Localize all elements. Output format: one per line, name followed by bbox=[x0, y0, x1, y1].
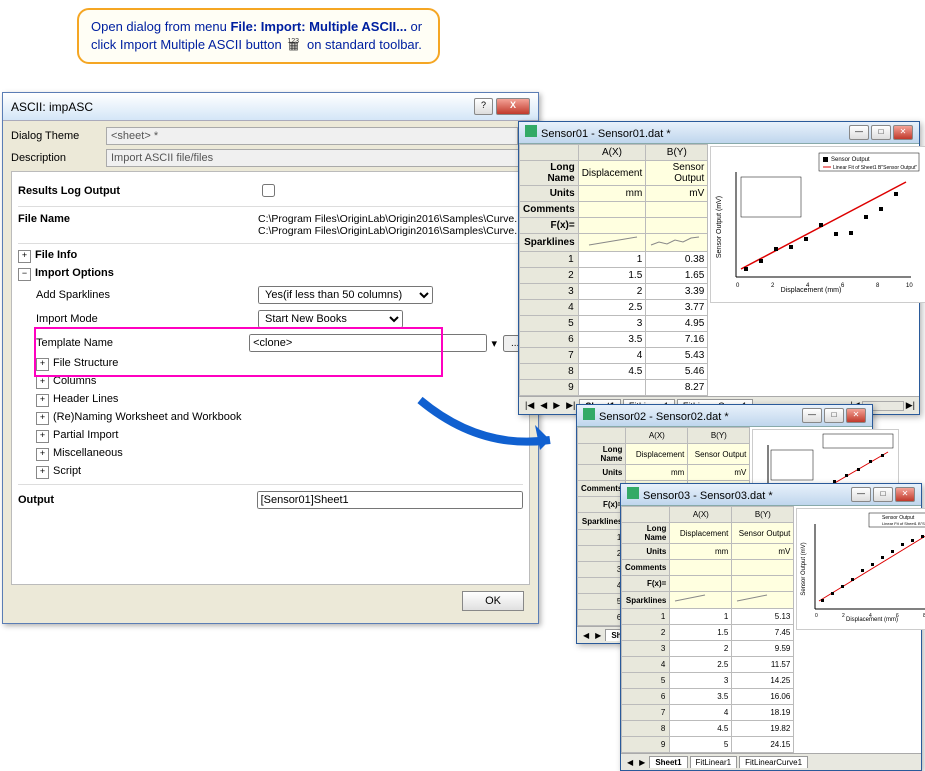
sparkline-a bbox=[587, 235, 642, 247]
ascii-impasc-dialog: ASCII: impASC ? X Dialog Theme ▶ Descrip… bbox=[2, 92, 539, 624]
wb1-maximize[interactable]: □ bbox=[871, 125, 891, 140]
workbook-icon bbox=[583, 408, 595, 420]
wb3-tab-sheet1[interactable]: Sheet1 bbox=[649, 756, 687, 768]
wb3-worksheet[interactable]: A(X)B(Y) Long NameDisplacementSensor Out… bbox=[621, 506, 794, 753]
svg-text:10: 10 bbox=[906, 283, 913, 289]
dialog-theme-label: Dialog Theme bbox=[11, 130, 106, 142]
wb1-minimize[interactable]: — bbox=[849, 125, 869, 140]
wb3-tabs: ◀▶ Sheet1 FitLinear1 FitLinearCurve1 bbox=[621, 753, 921, 770]
wb3-chart: Sensor Output Linear Fit of Sheet1 B"Sen… bbox=[796, 508, 925, 630]
add-sparklines-label: Add Sparklines bbox=[36, 289, 258, 301]
svg-text:0: 0 bbox=[815, 613, 818, 619]
tab-nav-next[interactable]: ▶ bbox=[551, 400, 562, 411]
import-ascii-icon bbox=[285, 39, 303, 53]
description-label: Description bbox=[11, 152, 106, 164]
import-mode-label: Import Mode bbox=[36, 313, 258, 325]
svg-text:6: 6 bbox=[841, 283, 845, 289]
svg-text:Linear Fit of Sheet1 B"Sensor: Linear Fit of Sheet1 B"Sensor Output" bbox=[882, 521, 925, 526]
dialog-titlebar: ASCII: impASC ? X bbox=[3, 93, 538, 121]
svg-text:2: 2 bbox=[842, 613, 845, 619]
svg-text:8: 8 bbox=[876, 283, 880, 289]
workbook-sensor01: Sensor01 - Sensor01.dat * — □ ✕ A(X)B(Y)… bbox=[518, 121, 920, 415]
results-log-label: Results Log Output bbox=[18, 185, 120, 197]
tab-nav-prev[interactable]: ◀ bbox=[538, 400, 549, 411]
expand-header-lines[interactable]: + bbox=[36, 394, 49, 407]
svg-text:Displacement (mm): Displacement (mm) bbox=[846, 617, 898, 623]
wb2-title: Sensor02 - Sensor02.dat * bbox=[599, 411, 729, 423]
output-label: Output bbox=[18, 494, 54, 506]
template-dropdown-icon[interactable]: ▾ bbox=[491, 337, 497, 350]
sparkline-b bbox=[649, 235, 704, 247]
wb1-close[interactable]: ✕ bbox=[893, 125, 913, 140]
wb1-chart: Sensor Output Linear Fit of Sheet1 B"Sen… bbox=[710, 146, 925, 303]
svg-text:Displacement (mm): Displacement (mm) bbox=[781, 287, 842, 294]
svg-text:Linear Fit of Sheet1 B"Sensor: Linear Fit of Sheet1 B"Sensor Output" bbox=[833, 165, 917, 171]
expand-partial-import[interactable]: + bbox=[36, 430, 49, 443]
import-options-label: Import Options bbox=[35, 267, 114, 279]
workbook-sensor03: Sensor03 - Sensor03.dat * — □ ✕ A(X)B(Y)… bbox=[620, 483, 922, 771]
wb2-minimize[interactable]: — bbox=[802, 408, 822, 423]
svg-text:Sensor Output (mV): Sensor Output (mV) bbox=[801, 542, 807, 595]
wb2-maximize[interactable]: □ bbox=[824, 408, 844, 423]
results-log-checkbox[interactable] bbox=[262, 184, 275, 197]
collapse-import-options[interactable]: − bbox=[18, 268, 31, 281]
add-sparklines-select[interactable]: Yes(if less than 50 columns) bbox=[258, 286, 433, 304]
dialog-theme-field[interactable] bbox=[106, 127, 518, 145]
workbook-icon bbox=[525, 125, 537, 137]
svg-text:2: 2 bbox=[771, 283, 775, 289]
tab-nav-first[interactable]: |◀ bbox=[523, 400, 536, 411]
description-field bbox=[106, 149, 530, 167]
help-button[interactable]: ? bbox=[474, 98, 493, 115]
wb3-close[interactable]: ✕ bbox=[895, 487, 915, 502]
file-path-1: C:\Program Files\OriginLab\Origin2016\Sa… bbox=[258, 213, 523, 225]
wb3-title: Sensor03 - Sensor03.dat * bbox=[643, 490, 773, 502]
dialog-title: ASCII: impASC bbox=[11, 100, 93, 114]
svg-text:4: 4 bbox=[869, 613, 872, 619]
workbook-icon bbox=[627, 487, 639, 499]
expand-file-info[interactable]: + bbox=[18, 250, 31, 263]
svg-text:0: 0 bbox=[736, 283, 740, 289]
scroll-right[interactable]: ▶| bbox=[906, 400, 915, 411]
wb1-worksheet[interactable]: A(X)B(Y) Long NameDisplacementSensor Out… bbox=[519, 144, 708, 396]
highlight-import-mode bbox=[34, 327, 443, 377]
wb3-tab-fitlinear1[interactable]: FitLinear1 bbox=[690, 756, 738, 768]
expand-script[interactable]: + bbox=[36, 466, 49, 479]
ok-button[interactable]: OK bbox=[462, 591, 524, 611]
wb3-minimize[interactable]: — bbox=[851, 487, 871, 502]
wb3-tab-fitlinearcurve1[interactable]: FitLinearCurve1 bbox=[739, 756, 808, 768]
wb3-maximize[interactable]: □ bbox=[873, 487, 893, 502]
svg-text:Sensor Output: Sensor Output bbox=[831, 157, 870, 163]
instruction-callout: Open dialog from menu File: Import: Mult… bbox=[77, 8, 440, 64]
svg-text:Sensor Output (mV): Sensor Output (mV) bbox=[716, 196, 723, 258]
close-button[interactable]: X bbox=[496, 98, 530, 115]
expand-columns[interactable]: + bbox=[36, 376, 49, 389]
file-path-2: C:\Program Files\OriginLab\Origin2016\Sa… bbox=[258, 225, 523, 237]
file-name-label: File Name bbox=[18, 213, 70, 225]
svg-text:6: 6 bbox=[896, 613, 899, 619]
file-info-label: File Info bbox=[35, 249, 77, 261]
output-field[interactable] bbox=[257, 491, 523, 509]
expand-renaming[interactable]: + bbox=[36, 412, 49, 425]
wb2-close[interactable]: ✕ bbox=[846, 408, 866, 423]
wb1-title: Sensor01 - Sensor01.dat * bbox=[541, 128, 671, 140]
import-mode-select[interactable]: Start New Books bbox=[258, 310, 403, 328]
expand-misc[interactable]: + bbox=[36, 448, 49, 461]
